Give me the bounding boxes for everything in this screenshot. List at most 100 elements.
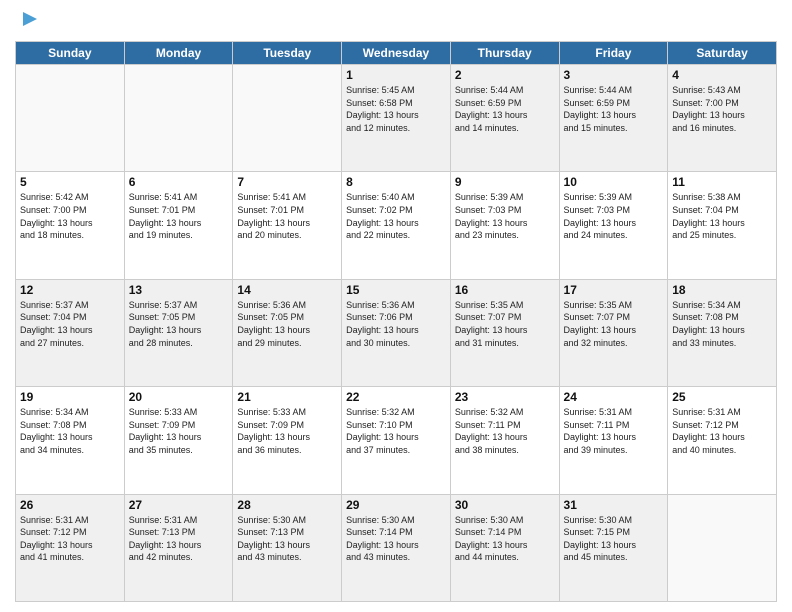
day-number: 25 <box>672 390 772 404</box>
calendar-cell: 12Sunrise: 5:37 AM Sunset: 7:04 PM Dayli… <box>16 279 125 386</box>
calendar-cell: 24 Sunrise: 5:31 AM Sunset: 7:11 PM Dayli… <box>559 387 668 494</box>
calendar-cell: 3 Sunrise: 5:44 AM Sunset: 6:59 PM Daylig… <box>559 65 668 172</box>
day-info: Sunrise: 5:40 AM Sunset: 7:02 PM Dayligh… <box>346 191 446 241</box>
calendar-cell: 22 Sunrise: 5:32 AM Sunset: 7:10 PM Dayli… <box>342 387 451 494</box>
calendar-cell: 10Sunrise: 5:39 AM Sunset: 7:03 PM Dayli… <box>559 172 668 279</box>
day-number: 20 <box>129 390 229 404</box>
day-number: 11 <box>672 175 772 189</box>
calendar-cell: 16Sunrise: 5:35 AM Sunset: 7:07 PM Dayli… <box>450 279 559 386</box>
calendar-cell <box>124 65 233 172</box>
calendar-cell <box>16 65 125 172</box>
day-number: 27 <box>129 498 229 512</box>
day-info: Sunrise: 5:34 AM Sunset: 7:08 PM Dayligh… <box>20 406 120 456</box>
day-number: 28 <box>237 498 337 512</box>
calendar-cell: 23Sunrise: 5:32 AM Sunset: 7:11 PM Dayli… <box>450 387 559 494</box>
day-info: Sunrise: 5:30 AM Sunset: 7:13 PM Dayligh… <box>237 514 337 564</box>
calendar-cell: 20 Sunrise: 5:33 AM Sunset: 7:09 PM Dayli… <box>124 387 233 494</box>
day-info: Sunrise: 5:32 AM Sunset: 7:10 PM Dayligh… <box>346 406 446 456</box>
logo-icon <box>19 8 41 30</box>
day-info: Sunrise: 5:38 AM Sunset: 7:04 PM Dayligh… <box>672 191 772 241</box>
day-number: 15 <box>346 283 446 297</box>
calendar-cell: 14 Sunrise: 5:36 AM Sunset: 7:05 PM Dayli… <box>233 279 342 386</box>
day-info: Sunrise: 5:36 AM Sunset: 7:06 PM Dayligh… <box>346 299 446 349</box>
day-info: Sunrise: 5:43 AM Sunset: 7:00 PM Dayligh… <box>672 84 772 134</box>
header-tuesday: Tuesday <box>233 42 342 65</box>
day-info: Sunrise: 5:39 AM Sunset: 7:03 PM Dayligh… <box>564 191 664 241</box>
calendar-cell: 19 Sunrise: 5:34 AM Sunset: 7:08 PM Dayli… <box>16 387 125 494</box>
day-number: 12 <box>20 283 120 297</box>
day-number: 21 <box>237 390 337 404</box>
day-number: 3 <box>564 68 664 82</box>
day-info: Sunrise: 5:33 AM Sunset: 7:09 PM Dayligh… <box>129 406 229 456</box>
day-number: 5 <box>20 175 120 189</box>
week-row-2: 12Sunrise: 5:37 AM Sunset: 7:04 PM Dayli… <box>16 279 777 386</box>
calendar-cell <box>233 65 342 172</box>
day-info: Sunrise: 5:30 AM Sunset: 7:15 PM Dayligh… <box>564 514 664 564</box>
calendar-cell: 31 Sunrise: 5:30 AM Sunset: 7:15 PM Dayli… <box>559 494 668 601</box>
calendar-cell: 28 Sunrise: 5:30 AM Sunset: 7:13 PM Dayli… <box>233 494 342 601</box>
day-info: Sunrise: 5:44 AM Sunset: 6:59 PM Dayligh… <box>455 84 555 134</box>
calendar-cell: 9 Sunrise: 5:39 AM Sunset: 7:03 PM Daylig… <box>450 172 559 279</box>
calendar-cell: 11 Sunrise: 5:38 AM Sunset: 7:04 PM Dayli… <box>668 172 777 279</box>
day-info: Sunrise: 5:36 AM Sunset: 7:05 PM Dayligh… <box>237 299 337 349</box>
day-number: 9 <box>455 175 555 189</box>
day-number: 1 <box>346 68 446 82</box>
day-number: 8 <box>346 175 446 189</box>
calendar-cell <box>668 494 777 601</box>
day-number: 26 <box>20 498 120 512</box>
day-number: 29 <box>346 498 446 512</box>
day-info: Sunrise: 5:41 AM Sunset: 7:01 PM Dayligh… <box>237 191 337 241</box>
header-friday: Friday <box>559 42 668 65</box>
calendar-cell: 29 Sunrise: 5:30 AM Sunset: 7:14 PM Dayli… <box>342 494 451 601</box>
header-wednesday: Wednesday <box>342 42 451 65</box>
day-number: 13 <box>129 283 229 297</box>
calendar-table: SundayMondayTuesdayWednesdayThursdayFrid… <box>15 41 777 602</box>
page: SundayMondayTuesdayWednesdayThursdayFrid… <box>0 0 792 612</box>
day-number: 19 <box>20 390 120 404</box>
header-saturday: Saturday <box>668 42 777 65</box>
day-number: 18 <box>672 283 772 297</box>
calendar-cell: 15 Sunrise: 5:36 AM Sunset: 7:06 PM Dayli… <box>342 279 451 386</box>
day-info: Sunrise: 5:31 AM Sunset: 7:11 PM Dayligh… <box>564 406 664 456</box>
day-number: 16 <box>455 283 555 297</box>
day-number: 6 <box>129 175 229 189</box>
day-info: Sunrise: 5:39 AM Sunset: 7:03 PM Dayligh… <box>455 191 555 241</box>
day-info: Sunrise: 5:31 AM Sunset: 7:12 PM Dayligh… <box>672 406 772 456</box>
calendar-header-row: SundayMondayTuesdayWednesdayThursdayFrid… <box>16 42 777 65</box>
day-info: Sunrise: 5:37 AM Sunset: 7:05 PM Dayligh… <box>129 299 229 349</box>
logo <box>15 10 41 35</box>
day-number: 4 <box>672 68 772 82</box>
calendar-cell: 6 Sunrise: 5:41 AM Sunset: 7:01 PM Daylig… <box>124 172 233 279</box>
day-info: Sunrise: 5:33 AM Sunset: 7:09 PM Dayligh… <box>237 406 337 456</box>
day-number: 14 <box>237 283 337 297</box>
day-number: 17 <box>564 283 664 297</box>
calendar-cell: 26Sunrise: 5:31 AM Sunset: 7:12 PM Dayli… <box>16 494 125 601</box>
week-row-3: 19 Sunrise: 5:34 AM Sunset: 7:08 PM Dayli… <box>16 387 777 494</box>
calendar-cell: 30Sunrise: 5:30 AM Sunset: 7:14 PM Dayli… <box>450 494 559 601</box>
calendar-cell: 2 Sunrise: 5:44 AM Sunset: 6:59 PM Daylig… <box>450 65 559 172</box>
day-number: 2 <box>455 68 555 82</box>
calendar-cell: 17Sunrise: 5:35 AM Sunset: 7:07 PM Dayli… <box>559 279 668 386</box>
day-number: 22 <box>346 390 446 404</box>
day-info: Sunrise: 5:34 AM Sunset: 7:08 PM Dayligh… <box>672 299 772 349</box>
calendar-cell: 25 Sunrise: 5:31 AM Sunset: 7:12 PM Dayli… <box>668 387 777 494</box>
day-info: Sunrise: 5:41 AM Sunset: 7:01 PM Dayligh… <box>129 191 229 241</box>
week-row-0: 1 Sunrise: 5:45 AM Sunset: 6:58 PM Daylig… <box>16 65 777 172</box>
calendar-cell: 4 Sunrise: 5:43 AM Sunset: 7:00 PM Daylig… <box>668 65 777 172</box>
header-thursday: Thursday <box>450 42 559 65</box>
day-number: 23 <box>455 390 555 404</box>
calendar-cell: 1 Sunrise: 5:45 AM Sunset: 6:58 PM Daylig… <box>342 65 451 172</box>
calendar-cell: 7Sunrise: 5:41 AM Sunset: 7:01 PM Daylig… <box>233 172 342 279</box>
header-monday: Monday <box>124 42 233 65</box>
day-info: Sunrise: 5:44 AM Sunset: 6:59 PM Dayligh… <box>564 84 664 134</box>
calendar-cell: 27 Sunrise: 5:31 AM Sunset: 7:13 PM Dayli… <box>124 494 233 601</box>
calendar-cell: 5Sunrise: 5:42 AM Sunset: 7:00 PM Daylig… <box>16 172 125 279</box>
calendar-cell: 13 Sunrise: 5:37 AM Sunset: 7:05 PM Dayli… <box>124 279 233 386</box>
day-number: 30 <box>455 498 555 512</box>
calendar-cell: 18 Sunrise: 5:34 AM Sunset: 7:08 PM Dayli… <box>668 279 777 386</box>
day-number: 24 <box>564 390 664 404</box>
day-info: Sunrise: 5:45 AM Sunset: 6:58 PM Dayligh… <box>346 84 446 134</box>
day-info: Sunrise: 5:30 AM Sunset: 7:14 PM Dayligh… <box>346 514 446 564</box>
day-number: 31 <box>564 498 664 512</box>
day-info: Sunrise: 5:31 AM Sunset: 7:13 PM Dayligh… <box>129 514 229 564</box>
